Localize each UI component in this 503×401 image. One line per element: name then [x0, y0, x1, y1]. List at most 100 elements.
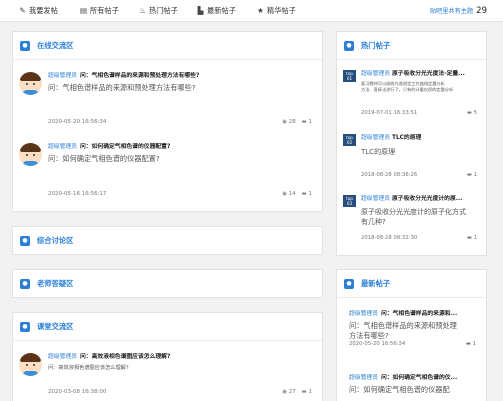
list-item[interactable]: top 01 超级管理员 原子吸收分光光度法-定量... 复习教材可以吸收光谱测定工… — [337, 70, 486, 122]
pencil-icon: ✎ — [19, 6, 26, 15]
drop-icon: ● — [20, 322, 30, 332]
nav-hot-posts-label: 热门帖子 — [149, 6, 178, 15]
np-item-stats: ▬ 1 — [466, 341, 476, 347]
np-item-title: 超级管理员 问：如何确定气相色谱的仪... — [349, 374, 478, 382]
reply-count: 1 — [473, 172, 477, 178]
post-title[interactable]: 问：如何确定气相色谱的仪器配置? — [80, 144, 170, 150]
post-title[interactable]: 问：如何确定气相色谱的仪... — [381, 375, 457, 381]
general-panel-title[interactable]: 综合讨论区 — [37, 236, 73, 246]
body-line: 有几种? — [361, 218, 386, 226]
post-title[interactable]: 问：气相色谱样品的来源和... — [381, 311, 457, 317]
post-title[interactable]: 原子吸收分光光度计的原... — [392, 196, 462, 202]
hot-panel: ● 热门帖子 top 01 超级管理员 原子吸收分光光度法-定量... 复习教材可以… — [336, 31, 487, 256]
post-date: 2020-05-20 16:56:34 — [48, 119, 107, 125]
post-stats: ◉ 28 ▬ 1 — [278, 119, 312, 125]
nav-all-posts-label: 所有帖子 — [90, 6, 119, 15]
nav-new-post[interactable]: ✎ 我要发帖 — [18, 5, 58, 17]
comment-icon: ▬ — [466, 110, 472, 116]
reply-count: 1 — [472, 341, 476, 347]
body-line: TLC的原理 — [361, 148, 396, 156]
post-body: 问：高效液相色谱图应该怎么理解? — [48, 365, 129, 371]
post-author[interactable]: 超级管理员 — [361, 135, 390, 141]
reply-count: 1 — [308, 389, 313, 395]
hot-item-date: 2018-08-28 08:36:26 — [361, 172, 418, 178]
hot-item-title: 超级管理员 TLC的原理 — [361, 134, 480, 142]
list-item[interactable]: 超级管理员 问：气相色谱样品的来源和预处理方法有哪些? 问：气相色谱样品的来源和预… — [13, 72, 322, 132]
post-title[interactable]: 问：高效液相色谱图应该怎么理解? — [80, 354, 170, 360]
online-panel: ● 在线交流区 超级管理员 问：气相色谱样品的来源和预处理方法有哪些? 问：气相色… — [12, 31, 323, 212]
eye-icon: ◉ — [282, 119, 288, 125]
teacher-panel-title[interactable]: 老师答疑区 — [37, 279, 73, 289]
nav-latest-posts[interactable]: ▙ 最新帖子 — [196, 5, 236, 17]
post-date: 2020-05-16 16:56:17 — [48, 191, 107, 197]
list-item[interactable]: top 02 超级管理员 TLC的原理 TLC的原理 2018-08-28 08:3… — [337, 134, 486, 182]
eye-icon: ◉ — [282, 389, 288, 395]
comment-icon: ▬ — [301, 191, 307, 197]
list-item[interactable]: 超级管理员 问：如何确定气相色谱的仪器配置? 问：如何确定气相色谱的仪器配置? 2… — [13, 143, 322, 203]
nav-all-posts[interactable]: ▤ 所有帖子 — [79, 5, 119, 17]
post-author[interactable]: 超级管理员 — [48, 73, 77, 79]
general-panel: ● 综合讨论区 — [12, 226, 323, 255]
view-count: 27 — [288, 389, 296, 395]
general-panel-header: ● 综合讨论区 — [13, 227, 322, 255]
teacher-panel-header: ● 老师答疑区 — [13, 270, 322, 298]
nav-featured-posts[interactable]: ★ 精华帖子 — [256, 5, 296, 17]
post-author[interactable]: 超级管理员 — [48, 354, 77, 360]
body-line: 方法、直接法进行了，只有的计量仪质的定量分析 — [361, 87, 454, 92]
eye-icon: ◉ — [282, 191, 288, 197]
hot-item-date: 2018-08-28 08:32:30 — [361, 235, 418, 241]
post-author[interactable]: 超级管理员 — [349, 375, 378, 381]
post-title[interactable]: TLC的原理 — [392, 135, 421, 141]
np-item-meta: 2020-05-20 16:56:34 ▬ 1 — [349, 341, 478, 349]
class-panel-title[interactable]: 课堂交流区 — [37, 322, 73, 332]
drop-icon: ● — [344, 279, 354, 289]
post-author[interactable]: 超级管理员 — [361, 71, 390, 77]
flame-icon: ♨ — [139, 6, 146, 15]
avatar — [19, 72, 42, 95]
body-line: 问：如何确定气相色谱的仪器配 — [349, 385, 450, 394]
comment-icon: ▬ — [301, 119, 307, 125]
post-author[interactable]: 超级管理员 — [361, 196, 390, 202]
avatar — [19, 143, 42, 166]
online-panel-title[interactable]: 在线交流区 — [37, 41, 73, 51]
post-author[interactable]: 超级管理员 — [349, 311, 378, 317]
post-title[interactable]: 问：气相色谱样品的来源和预处理方法有哪些? — [80, 73, 199, 79]
list-icon: ▤ — [79, 6, 88, 15]
avatar — [19, 353, 42, 376]
list-item[interactable]: 超级管理员 问：如何确定气相色谱的仪... 问：如何确定气相色谱的仪器配 — [349, 374, 478, 395]
list-item[interactable]: 超级管理员 问：高效液相色谱图应该怎么理解? 问：高效液相色谱图应该怎么理解? 2… — [13, 353, 322, 401]
newest-panel-header: ● 最新帖子 — [337, 270, 486, 298]
reply-count: 5 — [473, 110, 477, 116]
comment-icon: ▬ — [301, 389, 307, 395]
view-count: 28 — [288, 119, 296, 125]
post-head: 超级管理员 问：如何确定气相色谱的仪器配置? — [48, 143, 314, 151]
hot-item-title: 超级管理员 原子吸收分光光度法-定量... — [361, 70, 480, 78]
post-title[interactable]: 原子吸收分光光度法-定量... — [392, 71, 465, 77]
rank-badge: top 01 — [343, 70, 356, 82]
drop-icon: ● — [20, 279, 30, 289]
post-body: 问：如何确定气相色谱的仪器配置? — [48, 154, 160, 163]
nav-hot-posts[interactable]: ♨ 热门帖子 — [138, 5, 178, 17]
hot-item-body: 原子吸收分光光度计的原子化方式 有几种? — [361, 207, 480, 227]
drop-icon: ● — [20, 236, 30, 246]
list-item[interactable]: 超级管理员 问：气相色谱样品的来源和... 问：气相色谱样品的来源和预处理 方法有… — [349, 310, 478, 349]
topic-count-label[interactable]: 贴吧里共有主题 — [430, 8, 473, 15]
hot-item-stats: ▬ 1 — [467, 235, 477, 241]
np-item-body: 问：气相色谱样品的来源和预处理 方法有哪些? — [349, 321, 478, 341]
post-head: 超级管理员 问：气相色谱样品的来源和预处理方法有哪些? — [48, 72, 314, 80]
list-item[interactable]: top 03 超级管理员 原子吸收分光光度计的原... 原子吸收分光光度计的原子化方… — [337, 195, 486, 250]
view-count: 14 — [288, 191, 296, 197]
comment-icon: ▬ — [465, 341, 471, 347]
hot-panel-title: 热门帖子 — [361, 41, 391, 50]
post-date: 2020-03-08 16:38:00 — [48, 389, 107, 395]
star-icon: ★ — [257, 6, 264, 15]
newest-panel: ● 最新帖子 超级管理员 问：气相色谱样品的来源和... 问：气相色谱样品的来源和… — [336, 269, 487, 401]
reply-count: 1 — [308, 191, 313, 197]
topic-count: 贴吧里共有主题 29 — [430, 5, 487, 17]
post-stats: ◉ 14 ▬ 1 — [278, 191, 312, 197]
nav-new-post-label: 我要发帖 — [29, 6, 58, 15]
nav-latest-posts-label: 最新帖子 — [207, 6, 236, 15]
post-author[interactable]: 超级管理员 — [48, 144, 77, 150]
np-item-title: 超级管理员 问：气相色谱样品的来源和... — [349, 310, 478, 318]
comment-icon: ▬ — [466, 235, 472, 241]
